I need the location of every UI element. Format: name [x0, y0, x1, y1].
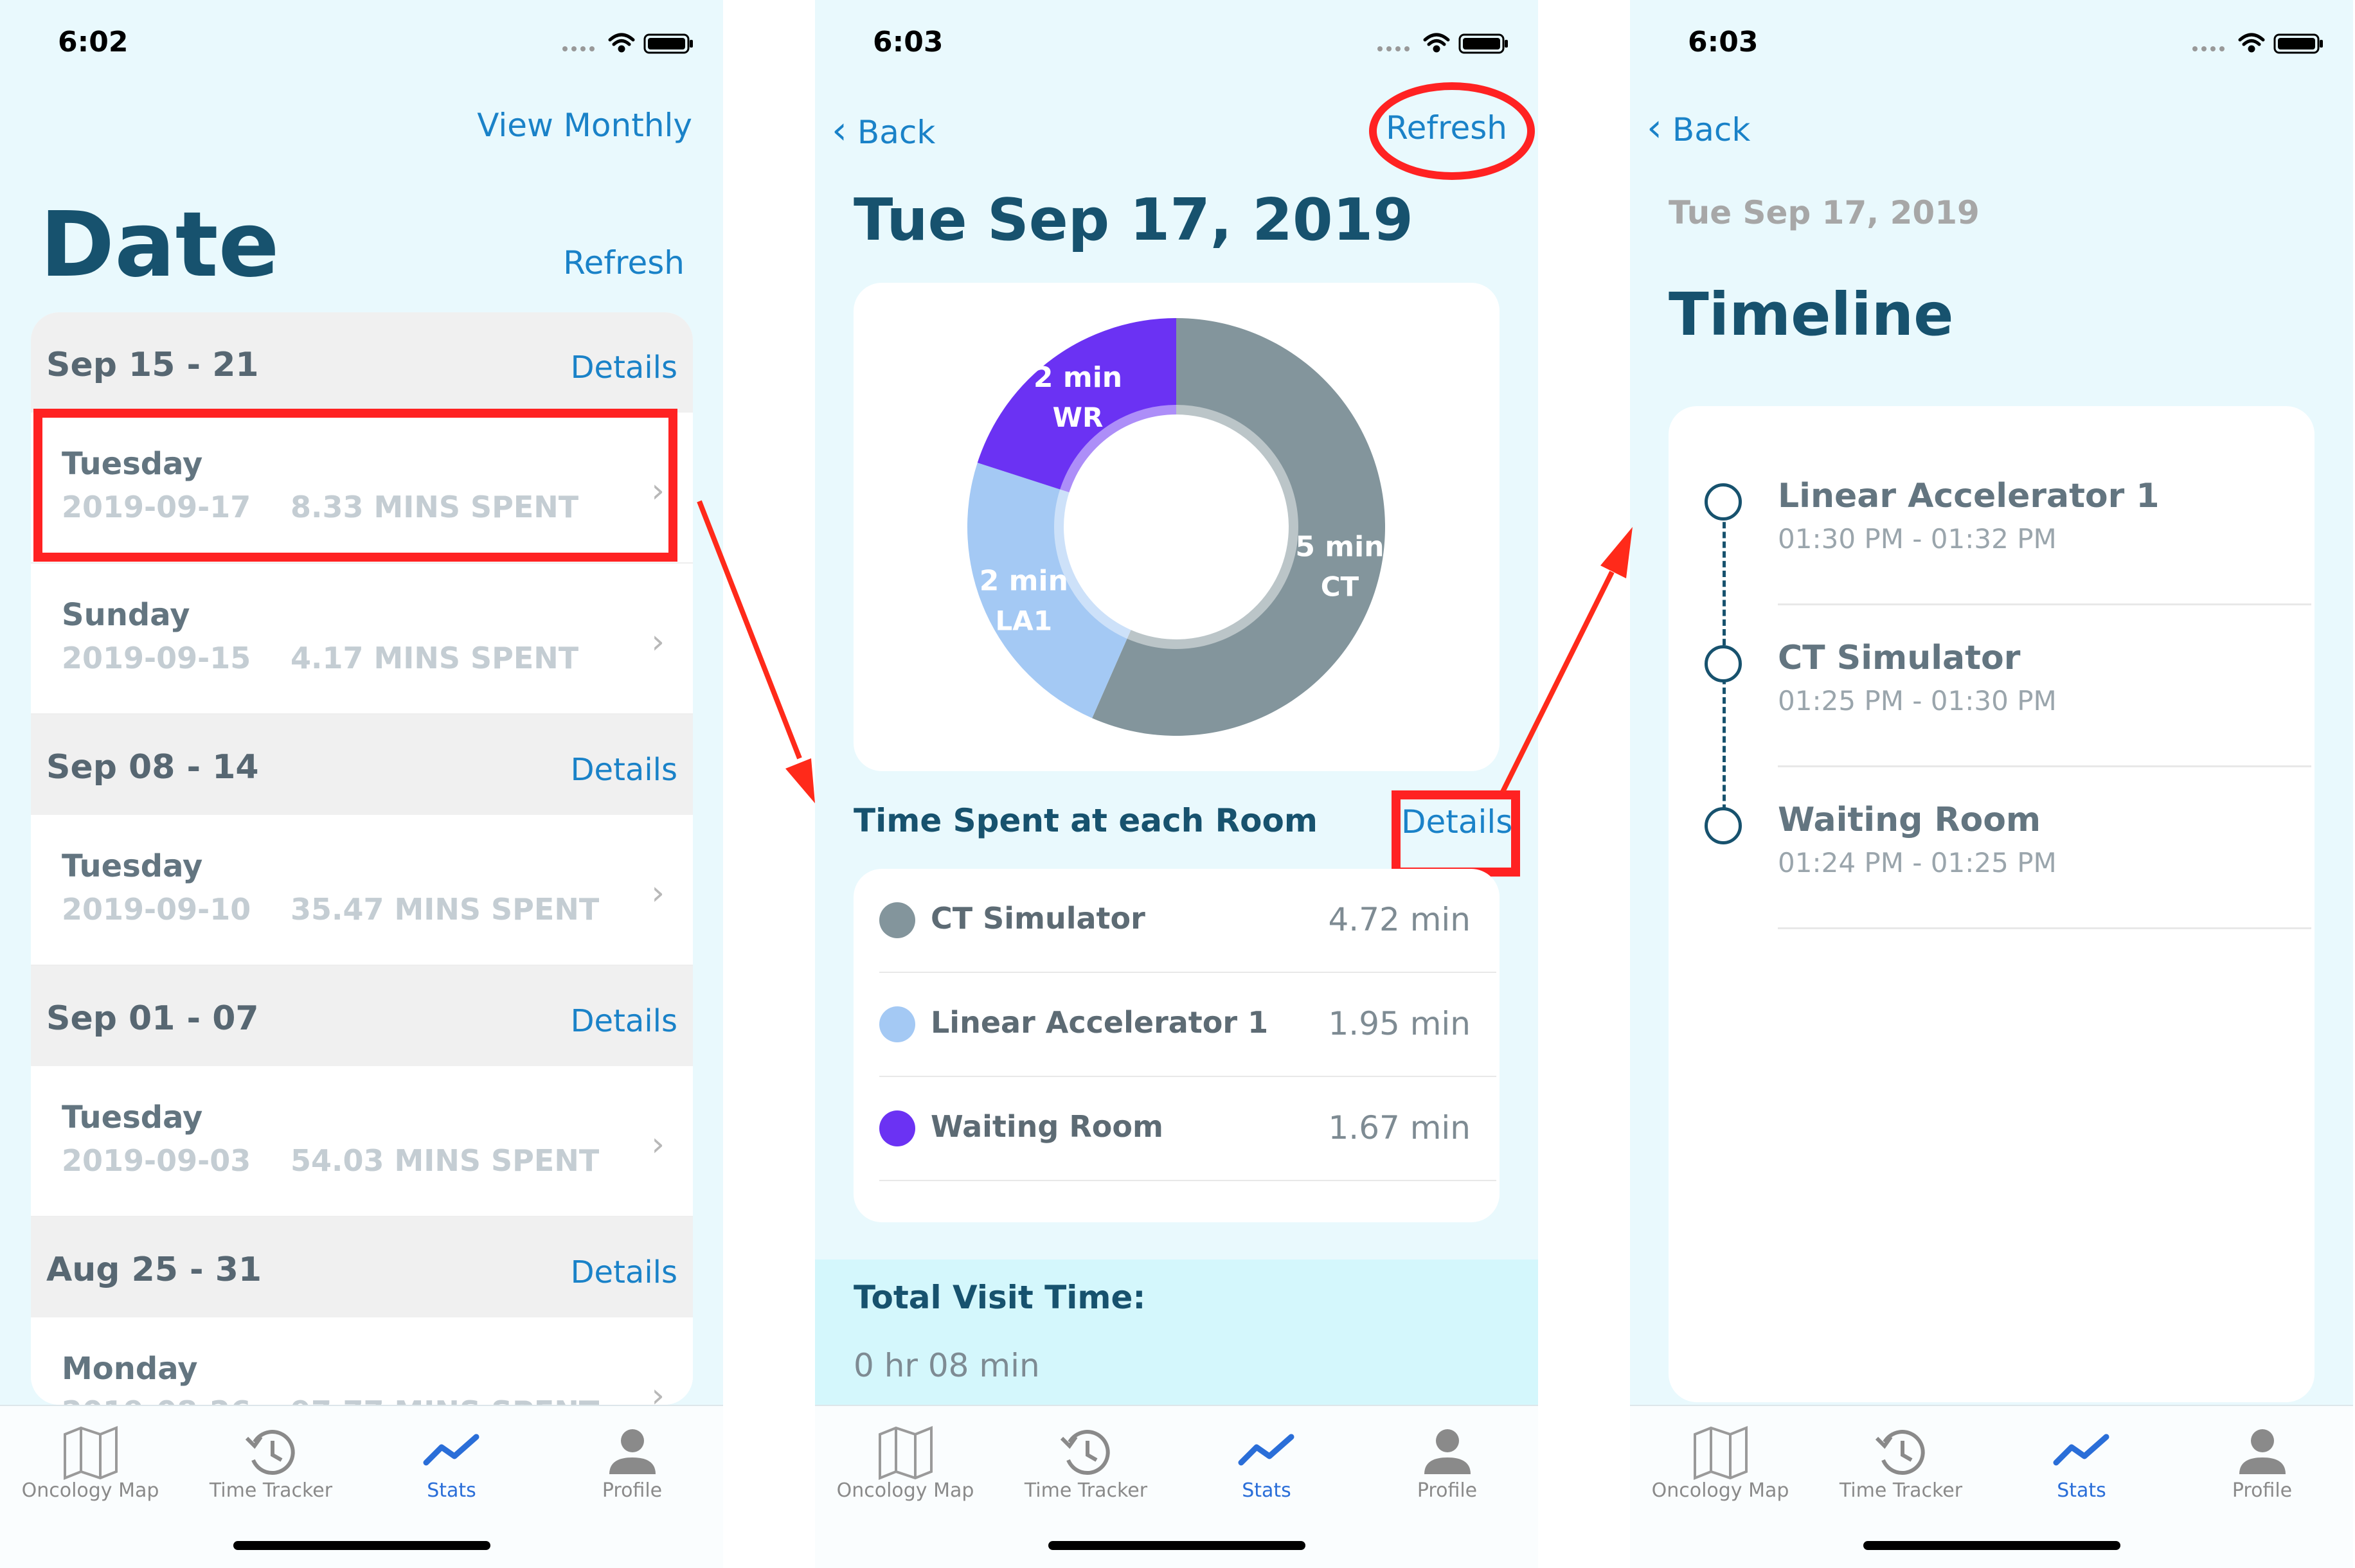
arrow-head — [785, 758, 815, 803]
annotation-arrows — [697, 500, 1633, 803]
arrow-line — [1500, 571, 1615, 793]
arrow-head — [1600, 527, 1633, 578]
arrow-line — [697, 500, 802, 760]
